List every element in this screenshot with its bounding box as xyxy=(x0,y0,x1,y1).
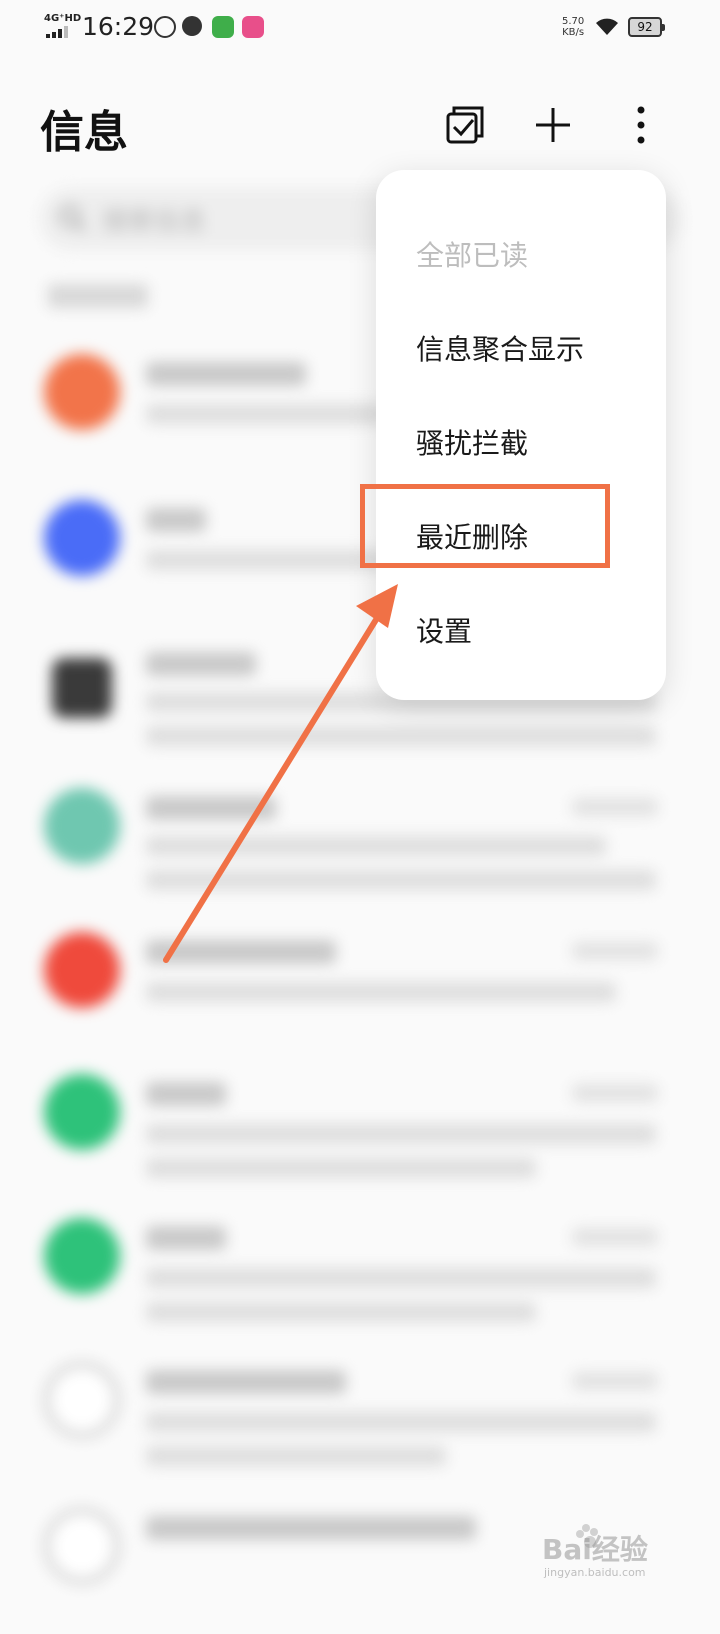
plus-icon[interactable] xyxy=(528,100,578,150)
search-placeholder: 搜索信息 xyxy=(102,207,207,237)
annotation-highlight-box xyxy=(360,484,610,568)
conversation-row[interactable] xyxy=(0,774,720,914)
wifi-icon xyxy=(596,18,618,35)
network-speed: 5.70 KB/s xyxy=(562,16,585,38)
search-icon xyxy=(59,205,87,233)
signal-icon xyxy=(46,26,72,38)
watermark-subtext: jingyan.baidu.com xyxy=(544,1566,646,1579)
avatar xyxy=(44,500,120,576)
battery-icon: 92 xyxy=(628,17,665,37)
menu-item-spam-block[interactable]: 骚扰拦截 xyxy=(416,422,528,462)
menu-item-settings[interactable]: 设置 xyxy=(416,610,472,650)
avatar xyxy=(52,658,112,718)
app-notification-icon xyxy=(212,16,234,38)
app-notification-icon xyxy=(242,16,264,38)
status-time: 16:29 xyxy=(82,12,155,41)
conversation-row[interactable] xyxy=(0,1348,720,1488)
avatar xyxy=(44,1218,120,1294)
avatar xyxy=(44,1074,120,1150)
overflow-menu: 全部已读 信息聚合显示 骚扰拦截 最近删除 设置 xyxy=(376,170,666,700)
page-title: 信息 xyxy=(40,107,128,158)
conversation-row[interactable] xyxy=(0,1060,720,1200)
app-notification-icon xyxy=(182,16,202,36)
section-header xyxy=(48,284,148,308)
network-type: 4G⁺HD xyxy=(44,13,82,24)
avatar xyxy=(44,354,120,430)
conversation-row[interactable] xyxy=(0,1204,720,1344)
status-bar: 4G⁺HD 16:29 5.70 KB/s 92 xyxy=(0,0,720,60)
app-notification-icon xyxy=(154,16,176,38)
menu-item-mark-all-read: 全部已读 xyxy=(416,239,529,272)
avatar xyxy=(44,1508,120,1584)
more-vertical-icon[interactable] xyxy=(616,100,666,150)
avatar xyxy=(44,932,120,1008)
conversation-row[interactable] xyxy=(0,918,720,1058)
watermark-text: Bai经验 xyxy=(542,1533,648,1566)
avatar xyxy=(44,788,120,864)
avatar xyxy=(44,1362,120,1438)
select-checkbox-icon[interactable] xyxy=(440,100,490,150)
menu-item-aggregate-display[interactable]: 信息聚合显示 xyxy=(416,328,584,368)
